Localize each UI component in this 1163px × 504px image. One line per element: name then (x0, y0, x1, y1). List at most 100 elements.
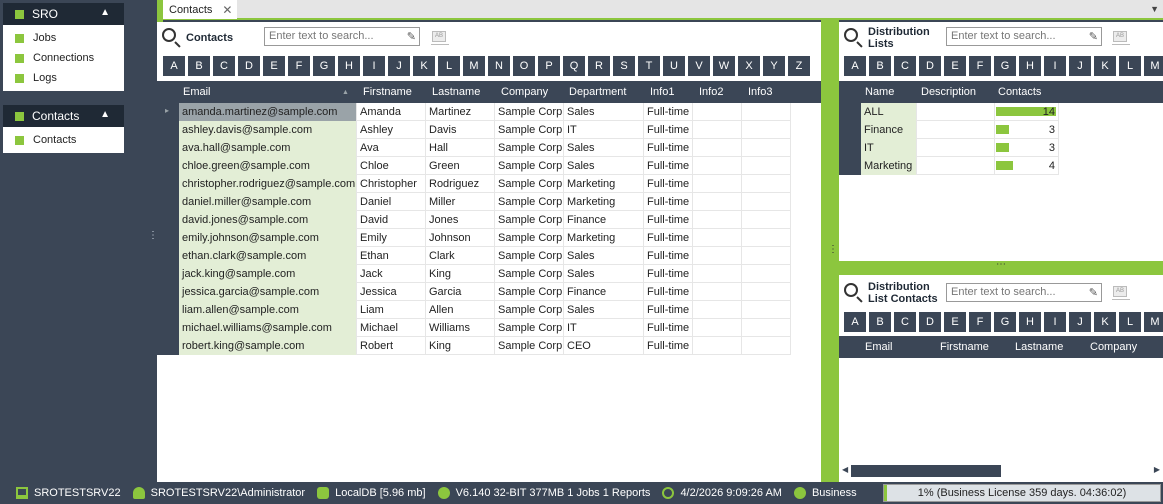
alpha-letter-q[interactable]: Q (563, 56, 585, 76)
sort-asc-icon[interactable]: ▲ (342, 89, 349, 96)
column-header-email[interactable]: Email (179, 86, 359, 98)
table-row[interactable]: Marketing 4 (861, 156, 1059, 175)
alpha-letter-s[interactable]: S (613, 56, 635, 76)
search-input[interactable]: Enter text to search... ✎ (946, 283, 1102, 302)
table-row[interactable]: chloe.green@sample.com Chloe Green Sample C… (179, 156, 791, 175)
tab-dropdown-icon[interactable]: ▼ (1150, 4, 1159, 14)
column-header-description[interactable]: Description (917, 86, 994, 98)
pencil-icon[interactable]: ✎ (407, 30, 416, 43)
alpha-letter-e[interactable]: E (944, 56, 966, 76)
table-row[interactable]: ashley.davis@sample.com Ashley Davis Sample… (179, 120, 791, 139)
alpha-letter-o[interactable]: O (513, 56, 535, 76)
sidebar-group-header-contacts[interactable]: Contacts ▲ (3, 105, 124, 127)
chevron-up-icon[interactable]: ▲ (100, 7, 110, 18)
table-row[interactable]: emily.johnson@sample.com Emily Johnson Samp… (179, 228, 791, 247)
table-row[interactable]: ethan.clark@sample.com Ethan Clark Sample C… (179, 246, 791, 265)
alpha-letter-l[interactable]: L (438, 56, 460, 76)
table-row[interactable]: daniel.miller@sample.com Daniel Miller Samp… (179, 192, 791, 211)
column-header-firstname[interactable]: Firstname (359, 86, 428, 98)
sidebar-group-header-sro[interactable]: SRO ▲ (3, 3, 124, 25)
vertical-splitter[interactable]: ⋮ (821, 20, 839, 482)
scroll-left-icon[interactable]: ◀ (842, 465, 848, 474)
alpha-letter-c[interactable]: C (894, 56, 916, 76)
alpha-letter-r[interactable]: R (588, 56, 610, 76)
alpha-letter-p[interactable]: P (538, 56, 560, 76)
alpha-letter-c[interactable]: C (213, 56, 235, 76)
table-row[interactable]: IT 3 (861, 138, 1059, 157)
alpha-letter-j[interactable]: J (388, 56, 410, 76)
alpha-letter-d[interactable]: D (919, 56, 941, 76)
table-row[interactable]: liam.allen@sample.com Liam Allen Sample Cor… (179, 300, 791, 319)
alpha-letter-m[interactable]: M (1144, 312, 1163, 332)
alpha-letter-l[interactable]: L (1119, 312, 1141, 332)
column-header-company[interactable]: Company (497, 86, 565, 98)
alpha-letter-d[interactable]: D (238, 56, 260, 76)
pencil-icon[interactable]: ✎ (1089, 286, 1098, 299)
ab-filter-icon[interactable]: AB (1112, 31, 1130, 45)
alpha-letter-j[interactable]: J (1069, 312, 1091, 332)
alpha-letter-e[interactable]: E (263, 56, 285, 76)
alpha-letter-k[interactable]: K (1094, 56, 1116, 76)
table-row[interactable]: Finance 3 (861, 120, 1059, 139)
alpha-letter-d[interactable]: D (919, 312, 941, 332)
alpha-letter-h[interactable]: H (1019, 56, 1041, 76)
alpha-letter-n[interactable]: N (488, 56, 510, 76)
pencil-icon[interactable]: ✎ (1089, 30, 1098, 43)
chevron-up-icon[interactable]: ▲ (100, 109, 110, 120)
alpha-letter-i[interactable]: I (363, 56, 385, 76)
sidebar-item-connections[interactable]: Connections (3, 48, 124, 68)
column-header-name[interactable]: Name (861, 86, 917, 98)
column-header-lastname[interactable]: Lastname (428, 86, 497, 98)
table-row[interactable]: david.jones@sample.com David Jones Sample C… (179, 210, 791, 229)
alpha-letter-y[interactable]: Y (763, 56, 785, 76)
search-input[interactable]: Enter text to search... ✎ (946, 27, 1102, 46)
alpha-letter-g[interactable]: G (313, 56, 335, 76)
alpha-letter-u[interactable]: U (663, 56, 685, 76)
alpha-letter-l[interactable]: L (1119, 56, 1141, 76)
alpha-letter-b[interactable]: B (869, 56, 891, 76)
alpha-letter-h[interactable]: H (1019, 312, 1041, 332)
sidebar-item-jobs[interactable]: Jobs (3, 28, 124, 48)
alpha-letter-k[interactable]: K (413, 56, 435, 76)
alpha-letter-g[interactable]: G (994, 56, 1016, 76)
ab-filter-icon[interactable]: AB (1112, 286, 1130, 300)
table-row[interactable]: ava.hall@sample.com Ava Hall Sample Corp Sal… (179, 138, 791, 157)
close-icon[interactable]: ✕ (222, 3, 232, 17)
column-header-contacts[interactable]: Contacts (994, 86, 1058, 98)
column-header-department[interactable]: Department (565, 86, 646, 98)
alpha-letter-j[interactable]: J (1069, 56, 1091, 76)
table-row[interactable]: ALL 14 (861, 102, 1059, 121)
column-header-email[interactable]: Email (861, 341, 936, 353)
table-row[interactable]: amanda.martinez@sample.com Amanda Martinez… (179, 102, 791, 121)
table-row[interactable]: jack.king@sample.com Jack King Sample Corp S… (179, 264, 791, 283)
table-row[interactable]: robert.king@sample.com Robert King Sample C… (179, 336, 791, 355)
horizontal-scrollbar[interactable]: ◀ ▶ (839, 463, 1163, 479)
scroll-right-icon[interactable]: ▶ (1154, 465, 1160, 474)
alpha-letter-z[interactable]: Z (788, 56, 810, 76)
sidebar-item-contacts[interactable]: Contacts (3, 130, 124, 150)
alpha-letter-f[interactable]: F (288, 56, 310, 76)
alpha-letter-a[interactable]: A (844, 312, 866, 332)
alpha-letter-m[interactable]: M (1144, 56, 1163, 76)
alpha-letter-i[interactable]: I (1044, 312, 1066, 332)
alpha-letter-a[interactable]: A (163, 56, 185, 76)
column-header-info3[interactable]: Info3 (744, 86, 793, 98)
table-row[interactable]: michael.williams@sample.com Michael Willia… (179, 318, 791, 337)
alpha-letter-m[interactable]: M (463, 56, 485, 76)
alpha-letter-x[interactable]: X (738, 56, 760, 76)
sidebar-item-logs[interactable]: Logs (3, 68, 124, 88)
ab-filter-icon[interactable]: AB (431, 31, 449, 45)
column-header-lastname[interactable]: Lastname (1011, 341, 1086, 353)
alpha-letter-b[interactable]: B (869, 312, 891, 332)
alpha-letter-v[interactable]: V (688, 56, 710, 76)
alpha-letter-a[interactable]: A (844, 56, 866, 76)
horizontal-splitter[interactable]: ⋯ (839, 260, 1163, 275)
alpha-letter-g[interactable]: G (994, 312, 1016, 332)
alpha-letter-e[interactable]: E (944, 312, 966, 332)
column-header-info2[interactable]: Info2 (695, 86, 744, 98)
alpha-letter-f[interactable]: F (969, 312, 991, 332)
alpha-letter-b[interactable]: B (188, 56, 210, 76)
alpha-letter-h[interactable]: H (338, 56, 360, 76)
column-header-info1[interactable]: Info1 (646, 86, 695, 98)
column-header-firstname[interactable]: Firstname (936, 341, 1011, 353)
